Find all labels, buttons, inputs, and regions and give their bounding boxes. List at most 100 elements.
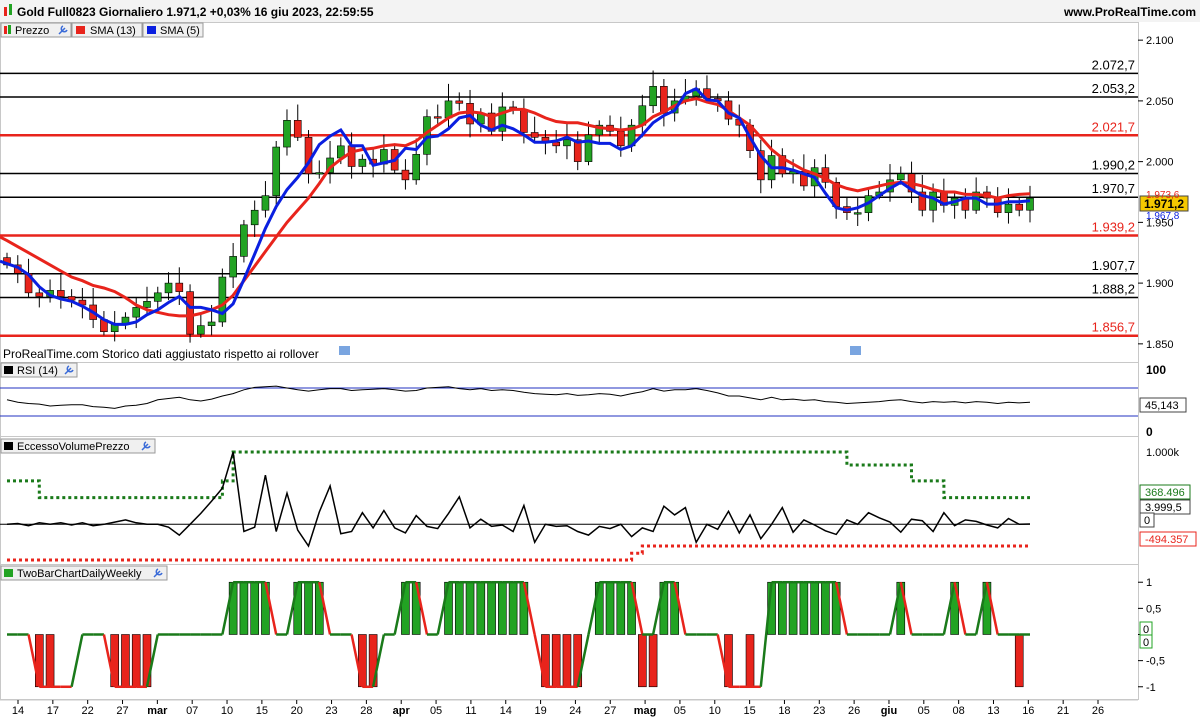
twobar-bar <box>465 581 475 635</box>
level-label: 1.888,2 <box>1092 281 1135 296</box>
x-tick-label: 23 <box>813 705 825 717</box>
twobar-bar <box>45 634 55 688</box>
candle-body <box>616 130 625 147</box>
candle-body <box>584 134 593 162</box>
price-tick-label: 2.100 <box>1146 35 1174 47</box>
x-tick-label: apr <box>393 705 411 717</box>
twobar-title: TwoBarChartDailyWeekly <box>17 568 142 580</box>
volume-panel: EccessoVolumePrezzo 1.000k500.000 368.49… <box>0 438 1197 562</box>
candle-body <box>347 145 356 167</box>
x-tick-label: 28 <box>360 705 372 717</box>
level-label: 1.907,7 <box>1092 258 1135 273</box>
candle-body <box>175 282 184 292</box>
support-resistance-levels: 2.072,7 2.053,2 2.021,7 1.990,2 1.970,7 1.939… <box>0 57 1138 337</box>
x-tick-label: 26 <box>1092 705 1104 717</box>
twobar-bar <box>131 634 141 688</box>
x-tick-label: 20 <box>291 705 303 717</box>
legend-sma5-swatch <box>147 26 156 34</box>
candle-body <box>530 132 539 138</box>
price-tick-label: 1.850 <box>1146 339 1174 351</box>
x-tick-label: 27 <box>116 705 128 717</box>
level-label: 1.939,2 <box>1092 219 1135 234</box>
price-tick-label: 1.900 <box>1146 278 1174 290</box>
twobar-bar <box>508 581 518 635</box>
rsi-line <box>6 385 1031 409</box>
vol-zero-label: 0 <box>1144 515 1150 527</box>
vol-mid-label: 3.999,5 <box>1145 502 1182 514</box>
price-tick-label: 2.000 <box>1146 157 1174 169</box>
candle-body <box>412 154 421 181</box>
twobar-label-a: 0 <box>1143 624 1149 636</box>
x-tick-label: 15 <box>743 705 755 717</box>
twobar-bar <box>788 581 798 635</box>
volume-tick-label: 1.000k <box>1146 447 1180 459</box>
level-label: 2.021,7 <box>1092 119 1135 134</box>
legend-sma13-swatch <box>76 26 85 34</box>
level-label: 2.072,7 <box>1092 57 1135 72</box>
twobar-bar <box>799 581 809 635</box>
level-label: 1.856,7 <box>1092 320 1135 335</box>
twobar-bar <box>304 581 313 635</box>
x-tick-label: giu <box>881 705 898 717</box>
x-tick-label: 11 <box>465 705 476 717</box>
x-tick-label: 08 <box>953 705 965 717</box>
twobar-bar <box>821 581 830 635</box>
candle-body <box>520 109 528 133</box>
x-tick-label: 22 <box>82 705 94 717</box>
twobar-bar <box>605 581 615 635</box>
rollover-icon <box>339 346 350 355</box>
candle-body <box>57 290 65 297</box>
x-axis: 14 17 22 27 mar 07 10 15 20 23 28 apr 05 11 14 19 24 27 ma… <box>12 700 1104 717</box>
legend-candle-green-icon <box>8 25 11 34</box>
price-tick-label: 2.050 <box>1146 96 1174 108</box>
twobar-label-b: 0 <box>1143 637 1149 649</box>
twobar-panel: TwoBarChartDailyWeekly 1 0,5 -0,5 -1 0 0 <box>0 565 1165 694</box>
candle-body <box>197 325 205 335</box>
price-legend: Prezzo SMA (13) SMA (5) <box>0 22 204 38</box>
twobar-bar <box>487 581 496 635</box>
rsi-title: RSI (14) <box>17 365 58 377</box>
rsi-panel: RSI (14) 100 0 45,143 <box>0 362 1187 439</box>
twobar-bar <box>476 581 486 635</box>
volume-title: EccessoVolumePrezzo <box>17 441 130 453</box>
candle-body <box>261 195 270 211</box>
x-tick-label: 23 <box>325 705 337 717</box>
twobar-bars <box>7 580 1030 689</box>
candle-body <box>649 86 657 107</box>
twobar-bar <box>250 581 259 635</box>
candle-body <box>35 292 44 297</box>
twobar-bar <box>778 581 787 635</box>
candle-body <box>186 291 194 335</box>
candle-body <box>1015 203 1024 211</box>
x-tick-label: 05 <box>674 705 686 717</box>
x-tick-label: 14 <box>500 705 512 717</box>
candle-body <box>563 139 571 147</box>
candle-body <box>250 209 259 226</box>
site-label[interactable]: www.ProRealTime.com <box>1063 5 1196 19</box>
legend-candle-red-icon <box>4 26 7 34</box>
x-tick-label: 19 <box>534 705 546 717</box>
twobar-bar <box>551 634 561 688</box>
x-tick-label: 26 <box>848 705 860 717</box>
twobar-signal-segment <box>70 634 84 688</box>
rsi-top-label: 100 <box>1146 363 1166 377</box>
twobar-tick-label: 1 <box>1146 577 1152 589</box>
level-label: 1.970,7 <box>1092 181 1135 196</box>
trading-chart: Gold Full0823 Giornaliero 1.971,2 +0,03%… <box>0 0 1200 717</box>
rsi-bottom-label: 0 <box>1146 425 1153 439</box>
twobar-tick-label: 0,5 <box>1146 603 1161 615</box>
twobar-bar <box>498 581 507 635</box>
x-tick-label: 18 <box>778 705 790 717</box>
twobar-tick-label: -0,5 <box>1146 656 1165 668</box>
twobar-bar <box>1014 634 1024 688</box>
candle-body <box>358 158 367 167</box>
x-tick-label: 13 <box>987 705 999 717</box>
rsi-panel-frame <box>0 362 1139 437</box>
legend-sma5: SMA (5) <box>160 25 200 37</box>
rsi-swatch <box>4 366 13 374</box>
candle-body <box>218 276 227 323</box>
x-tick-label: 21 <box>1057 705 1069 717</box>
candle-body <box>272 146 281 196</box>
candle-body <box>455 100 464 104</box>
candle-body <box>433 116 442 119</box>
